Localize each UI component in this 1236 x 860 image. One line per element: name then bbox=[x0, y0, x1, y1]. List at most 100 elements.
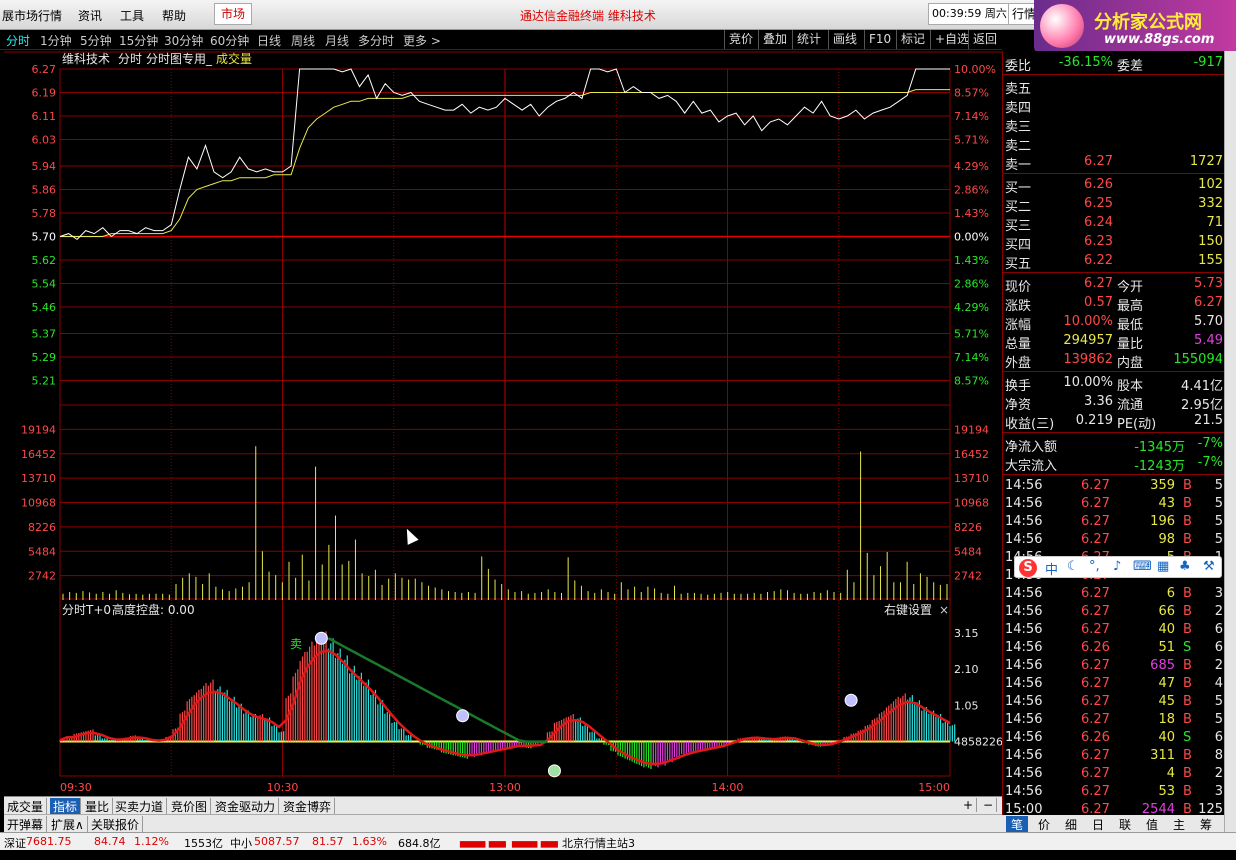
tab-indicator[interactable]: 指标 bbox=[50, 798, 82, 815]
stat-row[interactable]: 总量 294957 量比 5.49 bbox=[1003, 332, 1225, 352]
bid-row[interactable]: 买二 6.25 332 bbox=[1003, 195, 1225, 215]
tick-row[interactable]: 14:56 6.27 47 B 4 bbox=[1003, 675, 1225, 694]
menu-item-news[interactable]: 资讯 bbox=[78, 7, 102, 24]
bid-row[interactable]: 买四 6.23 150 bbox=[1003, 233, 1225, 253]
intraday-chart[interactable]: 6.27 10.00% 6.19 8.57% 6.11 7.14% 6.03 5.71% 5.9… bbox=[4, 51, 1002, 796]
detail-tab[interactable]: 主 bbox=[1168, 816, 1190, 833]
keyboard-icon[interactable]: ⌨ bbox=[1133, 559, 1152, 574]
sogou-logo-icon[interactable]: S bbox=[1019, 559, 1037, 577]
flow-row[interactable]: 大宗流入 -1243万 -7% bbox=[1003, 454, 1225, 474]
detail-tab[interactable]: 值 bbox=[1141, 816, 1163, 833]
period-daily[interactable]: 日线 bbox=[257, 32, 281, 49]
stat-row[interactable]: 现价 6.27 今开 5.73 bbox=[1003, 275, 1225, 295]
detail-tab[interactable]: 笔 bbox=[1006, 816, 1028, 833]
tick-row[interactable]: 14:56 6.27 18 B 5 bbox=[1003, 711, 1225, 730]
related-quote-tab[interactable]: 关联报价 bbox=[88, 816, 144, 833]
detail-tab[interactable]: 筹 bbox=[1195, 816, 1217, 833]
skin-icon[interactable]: ♣ bbox=[1179, 559, 1191, 574]
period-minute-chart[interactable]: 分时 bbox=[6, 32, 30, 49]
f10-button[interactable]: F10 bbox=[864, 30, 895, 49]
mark-button[interactable]: 标记 bbox=[896, 30, 929, 49]
period-5min[interactable]: 5分钟 bbox=[80, 32, 112, 49]
zoom-out-button[interactable]: − bbox=[980, 798, 998, 812]
stat-row[interactable]: 外盘 139862 内盘 155094 bbox=[1003, 351, 1225, 371]
period-15min[interactable]: 15分钟 bbox=[119, 32, 158, 49]
scrollbar[interactable] bbox=[1224, 51, 1236, 832]
stat-row[interactable]: 涨跌 0.57 最高 6.27 bbox=[1003, 294, 1225, 314]
tick-row[interactable]: 14:56 6.27 53 B 3 bbox=[1003, 783, 1225, 802]
price-axis-tick: 6.03 bbox=[32, 134, 57, 147]
microphone-icon[interactable]: ♪ bbox=[1113, 559, 1121, 574]
flow-row[interactable]: 净流入额 -1345万 -7% bbox=[1003, 435, 1225, 455]
ime-mode-label[interactable]: 中 bbox=[1045, 559, 1058, 578]
market-button[interactable]: 市场 bbox=[214, 3, 252, 25]
fundamental-row[interactable]: 收益(三) 0.219 PE(动) 21.5 bbox=[1003, 412, 1225, 432]
fundamental-row[interactable]: 净资 3.36 流通 2.95亿 bbox=[1003, 393, 1225, 413]
tab-volume[interactable]: 成交量 bbox=[4, 798, 48, 815]
detail-tab[interactable]: 日 bbox=[1087, 816, 1109, 833]
tick-row[interactable]: 14:56 6.27 311 B 8 bbox=[1003, 747, 1225, 766]
wrench-icon[interactable]: ⚒ bbox=[1203, 559, 1215, 574]
weibi-row[interactable]: 委比 -36.15% 委差 -917 bbox=[1003, 54, 1225, 74]
tick-row[interactable]: 14:56 6.27 40 B 6 bbox=[1003, 621, 1225, 640]
tick-row[interactable]: 14:56 6.27 685 B 2 bbox=[1003, 657, 1225, 676]
tick-row[interactable]: 14:56 6.26 40 S 6 bbox=[1003, 729, 1225, 748]
intraday-chart-area[interactable]: 6.27 10.00% 6.19 8.57% 6.11 7.14% 6.03 5.71% 5.9… bbox=[4, 51, 1002, 796]
indicator-close-button[interactable]: × bbox=[939, 603, 949, 617]
server-name[interactable]: 北京行情主站3 bbox=[562, 835, 635, 851]
tab-fund-drive[interactable]: 资金驱动力 bbox=[212, 798, 280, 815]
period-weekly[interactable]: 周线 bbox=[291, 32, 315, 49]
tab-auction-chart[interactable]: 竞价图 bbox=[168, 798, 212, 815]
punctuation-icon[interactable]: °, bbox=[1089, 559, 1100, 574]
statistics-button[interactable]: 统计 bbox=[792, 30, 825, 49]
auction-button[interactable]: 竞价 bbox=[724, 30, 757, 49]
menu-item-market-quote[interactable]: 展市场行情 bbox=[2, 7, 62, 24]
bid-row[interactable]: 买三 6.24 71 bbox=[1003, 214, 1225, 234]
tab-fund-game[interactable]: 资金博弈 bbox=[280, 798, 336, 815]
ask-row[interactable]: 卖二 bbox=[1003, 134, 1225, 154]
index2-name[interactable]: 中小 bbox=[230, 835, 252, 851]
period-more[interactable]: 更多 > bbox=[403, 32, 441, 49]
tab-buy-sell-power[interactable]: 买卖力道 bbox=[112, 798, 168, 815]
period-60min[interactable]: 60分钟 bbox=[210, 32, 249, 49]
grid-icon[interactable]: ▦ bbox=[1157, 559, 1169, 574]
moon-icon[interactable]: ☾ bbox=[1067, 559, 1079, 574]
tick-row[interactable]: 14:56 6.27 6 B 3 bbox=[1003, 585, 1225, 604]
index1-name[interactable]: 深证 bbox=[4, 835, 26, 851]
tick-row[interactable]: 14:56 6.27 43 B 5 bbox=[1003, 495, 1225, 514]
stat-row[interactable]: 涨幅 10.00% 最低 5.70 bbox=[1003, 313, 1225, 333]
tick-row[interactable]: 14:56 6.27 45 B 5 bbox=[1003, 693, 1225, 712]
ask-row[interactable]: 卖一 6.27 1727 bbox=[1003, 153, 1225, 173]
ime-toolbar[interactable]: S 中 ☾ °, ♪ ⌨ ▦ ♣ ⚒ bbox=[1014, 556, 1222, 578]
detail-tab[interactable]: 细 bbox=[1060, 816, 1082, 833]
ask-row[interactable]: 卖四 bbox=[1003, 96, 1225, 116]
tick-row[interactable]: 14:56 6.27 196 B 5 bbox=[1003, 513, 1225, 532]
ask-row[interactable]: 卖五 bbox=[1003, 77, 1225, 97]
add-watchlist-button[interactable]: +自选 bbox=[930, 30, 973, 49]
fundamental-row[interactable]: 换手 10.00% 股本 4.41亿 bbox=[1003, 374, 1225, 394]
period-multi-minute[interactable]: 多分时 bbox=[358, 32, 394, 49]
detail-tab[interactable]: 联 bbox=[1114, 816, 1136, 833]
tick-row[interactable]: 14:56 6.27 359 B 5 bbox=[1003, 477, 1225, 496]
tick-row[interactable]: 14:56 6.27 4 B 2 bbox=[1003, 765, 1225, 784]
menu-item-help[interactable]: 帮助 bbox=[162, 7, 186, 24]
danmaku-toggle[interactable]: 开弹幕 bbox=[4, 816, 48, 833]
menu-item-tools[interactable]: 工具 bbox=[120, 7, 144, 24]
tab-volume-ratio[interactable]: 量比 bbox=[82, 798, 114, 815]
period-30min[interactable]: 30分钟 bbox=[164, 32, 203, 49]
indicator-settings-button[interactable]: 右键设置 bbox=[884, 602, 932, 617]
bid-row[interactable]: 买五 6.22 155 bbox=[1003, 252, 1225, 272]
ask-row[interactable]: 卖三 bbox=[1003, 115, 1225, 135]
tick-row[interactable]: 14:56 6.27 98 B 5 bbox=[1003, 531, 1225, 550]
back-button[interactable]: 返回 bbox=[968, 30, 1001, 49]
tick-row[interactable]: 14:56 6.27 66 B 2 bbox=[1003, 603, 1225, 622]
detail-tab[interactable]: 价 bbox=[1033, 816, 1055, 833]
bid-row[interactable]: 买一 6.26 102 bbox=[1003, 176, 1225, 196]
period-1min[interactable]: 1分钟 bbox=[40, 32, 72, 49]
draw-line-button[interactable]: 画线 bbox=[828, 30, 861, 49]
zoom-in-button[interactable]: + bbox=[960, 798, 978, 812]
overlay-button[interactable]: 叠加 bbox=[758, 30, 791, 49]
period-monthly[interactable]: 月线 bbox=[325, 32, 349, 49]
expand-toggle[interactable]: 扩展∧ bbox=[48, 816, 88, 833]
tick-row[interactable]: 14:56 6.26 51 S 6 bbox=[1003, 639, 1225, 658]
